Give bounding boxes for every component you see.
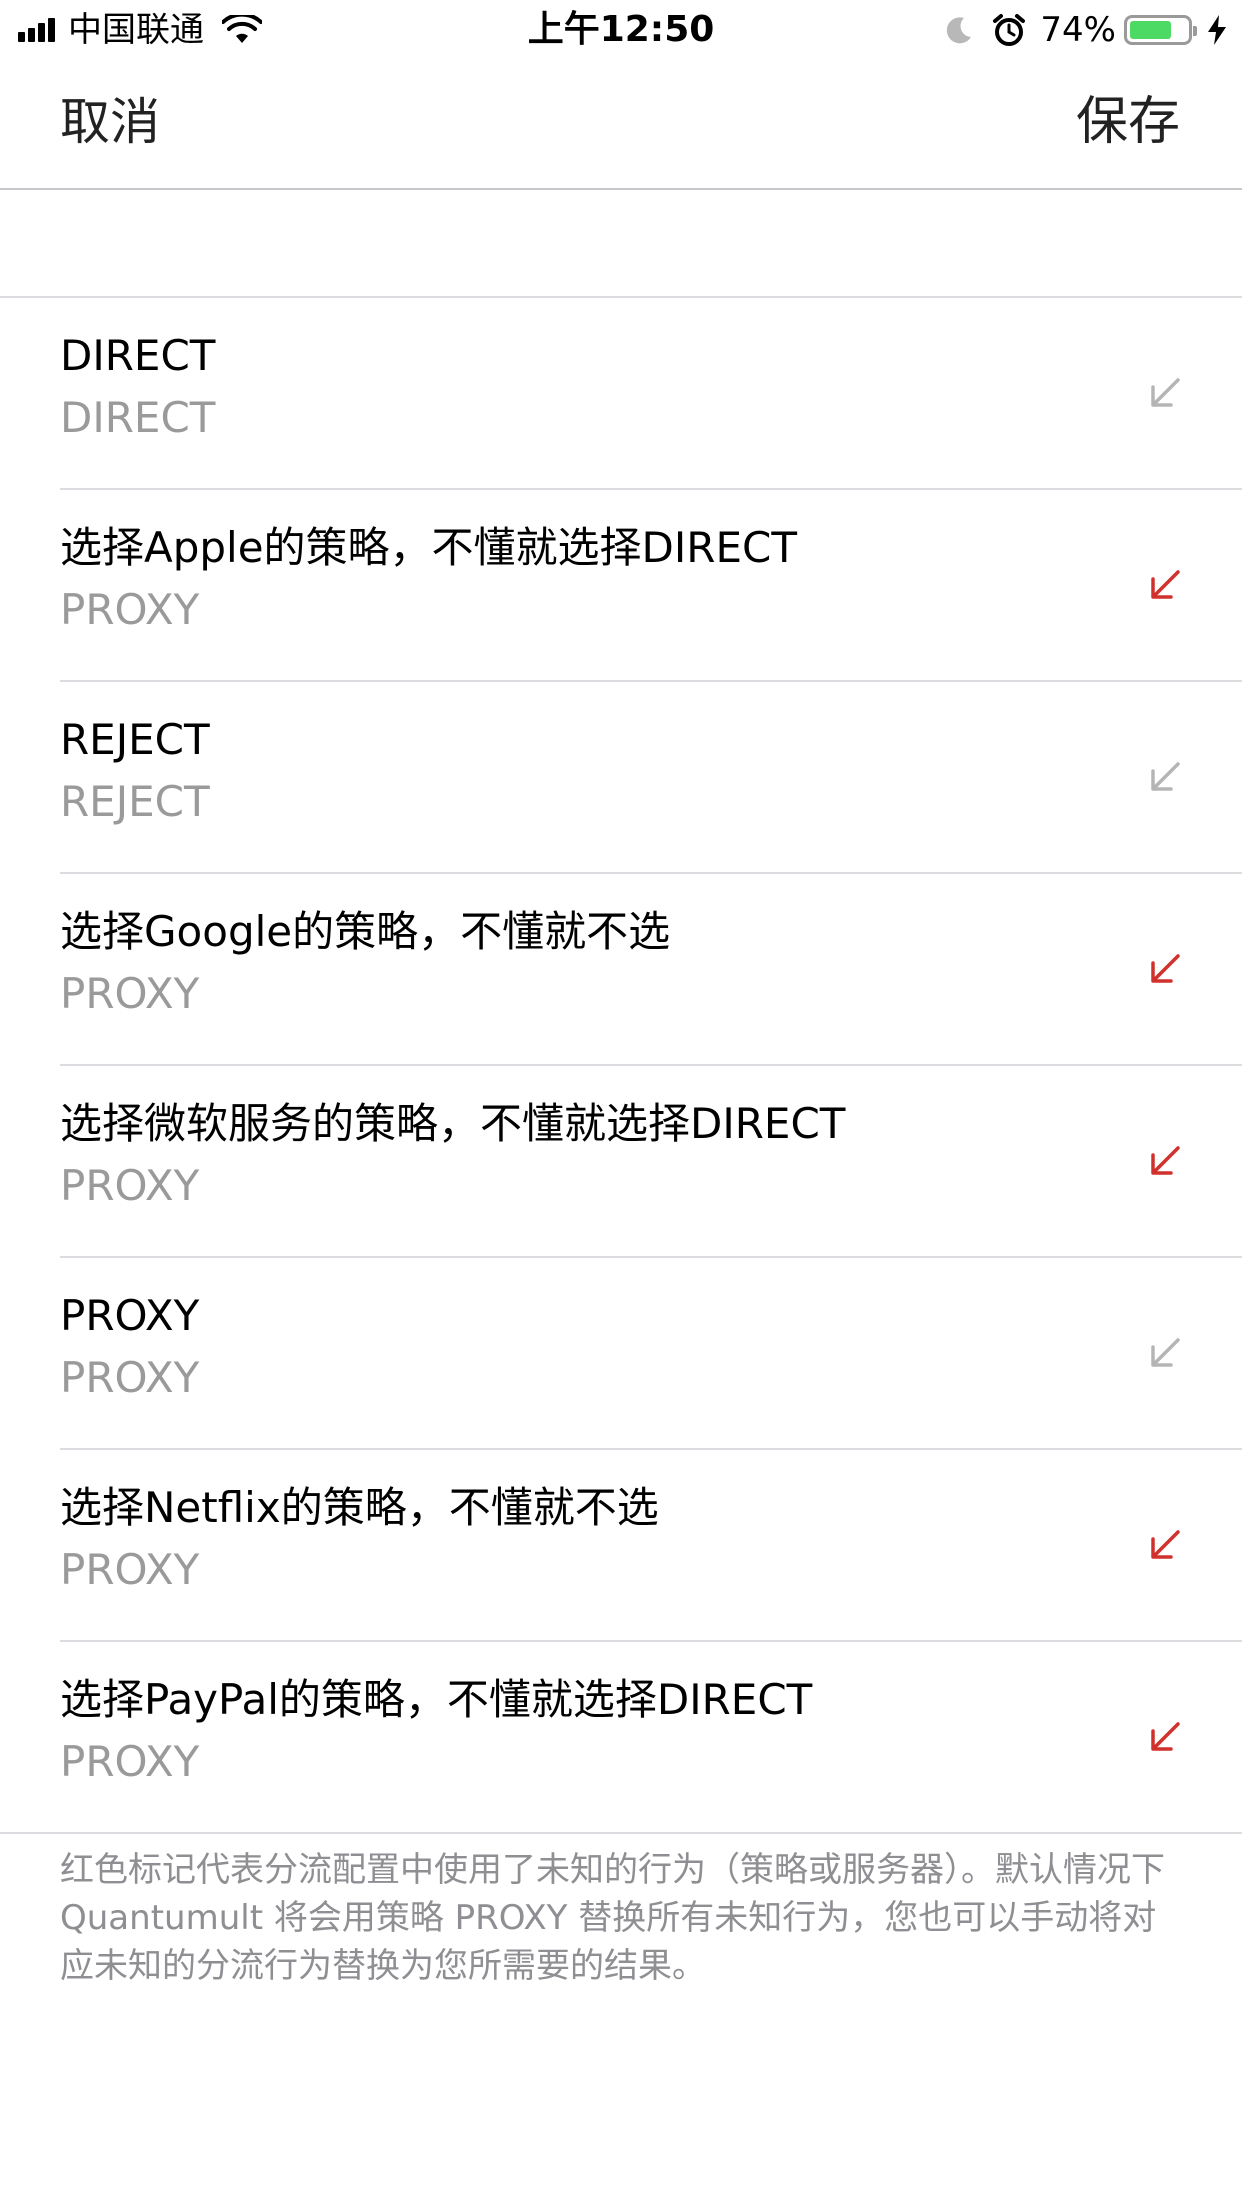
status-bar: 中国联通 上午12:50 74% [0, 0, 1242, 60]
policy-row[interactable]: 选择PayPal的策略，不懂就选择DIRECT PROXY [0, 1642, 1242, 1834]
status-right: 74% [944, 10, 1228, 50]
policy-title: 选择微软服务的策略，不懂就选择DIRECT [60, 1099, 846, 1148]
save-button[interactable]: 保存 [1076, 90, 1180, 154]
battery-level [1130, 21, 1172, 39]
cancel-button[interactable]: 取消 [60, 90, 160, 154]
policy-title: 选择PayPal的策略，不懂就选择DIRECT [60, 1675, 813, 1724]
policy-list: DIRECT DIRECT 选择Apple的策略，不懂就选择DIRECT PROXY R… [0, 296, 1242, 1834]
policy-value: PROXY [60, 1737, 200, 1786]
nav-bar: 取消 保存 [0, 60, 1242, 190]
policy-title: REJECT [60, 715, 210, 764]
policy-value: PROXY [60, 585, 200, 634]
policy-row[interactable]: REJECT REJECT [60, 682, 1242, 874]
arrow-down-left-icon [1151, 954, 1180, 983]
policy-value: PROXY [60, 1353, 200, 1402]
arrow-down-left-icon [1151, 762, 1180, 791]
policy-title: DIRECT [60, 331, 216, 380]
policy-title: 选择Netflix的策略，不懂就不选 [60, 1483, 659, 1532]
alarm-icon [993, 14, 1026, 46]
policy-value: REJECT [60, 777, 210, 826]
policy-value: PROXY [60, 1545, 200, 1594]
policy-value: DIRECT [60, 393, 216, 442]
policy-row[interactable]: PROXY PROXY [60, 1258, 1242, 1450]
policy-row[interactable]: 选择Netflix的策略，不懂就不选 PROXY [60, 1450, 1242, 1642]
battery-icon [1124, 15, 1197, 45]
arrow-down-left-icon [1151, 1146, 1180, 1175]
policy-row[interactable]: 选择Google的策略，不懂就不选 PROXY [60, 874, 1242, 1066]
arrow-down-left-icon [1151, 378, 1180, 407]
policy-title: PROXY [60, 1291, 200, 1340]
policy-title: 选择Google的策略，不懂就不选 [60, 907, 671, 956]
policy-row[interactable]: DIRECT DIRECT [60, 298, 1242, 490]
arrow-down-left-icon [1151, 570, 1180, 599]
policy-title: 选择Apple的策略，不懂就选择DIRECT [60, 523, 797, 572]
arrow-down-left-icon [1151, 1722, 1180, 1751]
charging-bolt-icon [1208, 15, 1226, 45]
policy-row[interactable]: 选择Apple的策略，不懂就选择DIRECT PROXY [60, 490, 1242, 682]
policy-value: PROXY [60, 969, 200, 1018]
battery-percent: 74% [1040, 10, 1116, 50]
policy-row[interactable]: 选择微软服务的策略，不懂就选择DIRECT PROXY [60, 1066, 1242, 1258]
arrow-down-left-icon [1151, 1530, 1180, 1559]
arrow-down-left-icon [1151, 1338, 1180, 1367]
policy-value: PROXY [60, 1161, 200, 1210]
footer-note: 红色标记代表分流配置中使用了未知的行为（策略或服务器）。默认情况下 Quantu… [60, 1850, 1165, 1986]
moon-icon [947, 17, 972, 44]
